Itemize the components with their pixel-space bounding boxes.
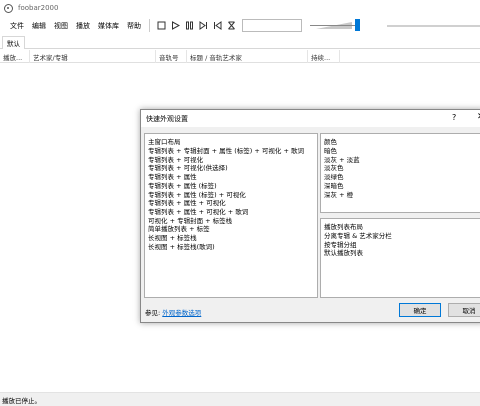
playlist-tab-strip: 默认 (0, 36, 480, 49)
dialog-title-bar: 快速外观设置 (141, 110, 480, 127)
playlist-layout-list[interactable]: 播放列表布局 分离专辑 & 艺术家分栏 按专辑分组 默认播放列表 (320, 218, 480, 298)
status-text: 播放已停止。 (2, 396, 41, 405)
layout-list-item[interactable]: 专辑列表 + 专辑封面 + 属性 (标签) + 可视化 + 歌词 (145, 147, 317, 156)
seek-bar[interactable] (387, 25, 480, 27)
color-list-item[interactable]: 淡灰 + 淡蓝 (321, 156, 480, 165)
appearance-options-link[interactable]: 外观参数选项 (162, 309, 201, 317)
color-scheme-heading: 颜色 (324, 138, 337, 146)
volume-slider[interactable] (310, 19, 362, 32)
layout-list-item[interactable]: 专辑列表 + 属性 + 可视化 + 歌词 (145, 208, 317, 217)
dialog-title: 快速外观设置 (146, 114, 188, 123)
title-bar: foobar2000 (0, 0, 480, 16)
playback-order-dropdown[interactable] (242, 19, 302, 32)
quick-appearance-dialog: 快速外观设置 ? ✕ 主窗口布局 专辑列表 + 专辑封面 + 属性 (标签) +… (140, 109, 480, 323)
column-playing[interactable]: 播放... (0, 50, 30, 63)
see-also-row: 参见: 外观参数选项 (145, 307, 201, 317)
stop-button[interactable] (155, 20, 167, 32)
color-list-item[interactable]: 暗色 (321, 147, 480, 156)
column-duration[interactable]: 持续... (308, 50, 340, 63)
stop-icon (157, 21, 165, 30)
random-icon (227, 21, 235, 30)
pause-button[interactable] (183, 20, 195, 32)
playlist-column-header: 播放... 艺术家/专辑 音轨号 标题 / 音轨艺术家 持续... (0, 50, 480, 63)
play-button[interactable] (169, 20, 181, 32)
volume-thumb[interactable] (355, 19, 360, 31)
layout-list-item[interactable]: 简单播放列表 + 标签 (145, 225, 317, 234)
layout-list-item[interactable]: 专辑列表 + 属性 + 可视化 (145, 199, 317, 208)
menu-view[interactable]: 视图 (50, 21, 72, 31)
main-layout-list[interactable]: 主窗口布局 专辑列表 + 专辑封面 + 属性 (标签) + 可视化 + 歌词 专辑… (144, 133, 318, 298)
toolbar-separator (149, 19, 150, 32)
next-icon (199, 21, 207, 30)
playlist-layout-heading: 播放列表布局 (324, 223, 363, 231)
previous-icon (213, 21, 221, 30)
ok-button[interactable]: 确定 (399, 303, 441, 317)
column-artist-album[interactable]: 艺术家/专辑 (30, 50, 156, 63)
color-list-item[interactable]: 深暗色 (321, 182, 480, 191)
color-list-item[interactable]: 淡灰色 (321, 164, 480, 173)
menu-playback[interactable]: 播放 (72, 21, 94, 31)
playlist-layout-item[interactable]: 默认播放列表 (321, 249, 480, 258)
play-icon (171, 21, 180, 30)
volume-track (310, 25, 356, 26)
menu-library[interactable]: 媒体库 (94, 21, 123, 31)
window-title: foobar2000 (18, 4, 59, 12)
color-scheme-list[interactable]: 颜色 暗色 淡灰 + 淡蓝 淡灰色 淡绿色 深暗色 深灰 + 橙 (320, 133, 480, 213)
layout-list-item[interactable]: 长视图 + 标签栈(歌词) (145, 243, 317, 252)
random-button[interactable] (225, 20, 237, 32)
menu-help[interactable]: 帮助 (123, 21, 145, 31)
previous-button[interactable] (211, 20, 223, 32)
menu-file[interactable]: 文件 (6, 21, 28, 31)
column-track-no[interactable]: 音轨号 (156, 50, 187, 63)
help-icon[interactable]: ? (452, 113, 456, 122)
layout-list-item[interactable]: 专辑列表 + 属性 (标签) (145, 182, 317, 191)
layout-list-item[interactable]: 长视图 + 标签栈 (145, 234, 317, 243)
column-title-artist[interactable]: 标题 / 音轨艺术家 (187, 50, 308, 63)
cancel-button[interactable]: 取消 (448, 303, 480, 317)
layout-list-item[interactable]: 专辑列表 + 属性 (145, 173, 317, 182)
main-layout-heading: 主窗口布局 (148, 138, 181, 146)
layout-list-item[interactable]: 专辑列表 + 可视化(供选择) (145, 164, 317, 173)
layout-list-item[interactable]: 专辑列表 + 属性 (标签) + 可视化 (145, 191, 317, 200)
pause-icon (185, 21, 193, 30)
playlist-layout-item[interactable]: 分离专辑 & 艺术家分栏 (321, 232, 480, 241)
foobar-app-icon (4, 3, 13, 13)
menu-edit[interactable]: 编辑 (28, 21, 50, 31)
see-also-label: 参见: (145, 309, 161, 317)
color-list-item[interactable]: 深灰 + 橙 (321, 191, 480, 200)
color-list-item[interactable]: 淡绿色 (321, 173, 480, 182)
next-button[interactable] (197, 20, 209, 32)
tab-default[interactable]: 默认 (2, 36, 25, 49)
status-bar: 播放已停止。 (0, 392, 480, 406)
